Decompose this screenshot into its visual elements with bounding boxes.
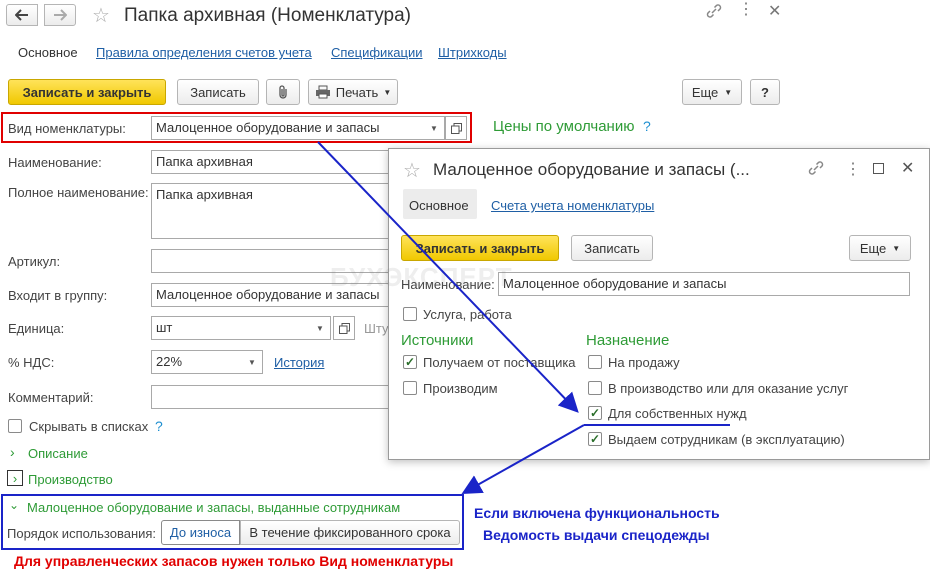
service-checkbox[interactable] bbox=[403, 307, 417, 321]
more-label: Еще bbox=[691, 84, 719, 100]
dialog-name-field[interactable]: Малоценное оборудование и запасы bbox=[498, 272, 910, 296]
menu-dots-icon[interactable]: ⋮ bbox=[738, 2, 754, 18]
hide-checkbox[interactable] bbox=[8, 419, 22, 433]
dialog-tab-accounts[interactable]: Счета учета номенклатуры bbox=[491, 198, 654, 213]
fullname-label: Полное наименование: bbox=[8, 185, 149, 200]
lowvalue-group-title[interactable]: Малоценное оборудование и запасы, выданн… bbox=[27, 500, 400, 515]
chevron-down-icon: ▼ bbox=[724, 87, 733, 97]
link-icon[interactable] bbox=[705, 2, 723, 23]
name-field[interactable]: Папка архивная bbox=[151, 150, 391, 174]
production-section[interactable]: Производство bbox=[28, 472, 113, 487]
dialog-save-button[interactable]: Записать bbox=[571, 235, 653, 261]
usage-fixed-term-button[interactable]: В течение фиксированного срока bbox=[240, 520, 460, 545]
paperclip-icon bbox=[279, 85, 287, 99]
purpose-sale-label: На продажу bbox=[608, 355, 680, 370]
kind-dialog: ☆ Малоценное оборудование и запасы (... … bbox=[388, 148, 930, 460]
annotation-red-text: Для управленческих запасов нужен только … bbox=[14, 553, 454, 569]
source-supplier-label: Получаем от поставщика bbox=[423, 355, 576, 370]
chevron-down-icon: ▼ bbox=[892, 243, 901, 253]
description-section[interactable]: Описание bbox=[28, 446, 88, 461]
save-button[interactable]: Записать bbox=[177, 79, 259, 105]
chevron-down-icon[interactable]: ▼ bbox=[310, 317, 330, 339]
service-label: Услуга, работа bbox=[423, 307, 512, 322]
chevron-down-icon[interactable]: ⌄ bbox=[9, 498, 19, 512]
favorite-star-icon[interactable]: ☆ bbox=[92, 3, 110, 28]
hide-label: Скрывать в списках bbox=[29, 419, 149, 434]
dialog-tab-main[interactable]: Основное bbox=[403, 189, 477, 219]
purpose-production-label: В производство или для оказание услуг bbox=[608, 381, 849, 396]
dialog-title: Малоценное оборудование и запасы (... bbox=[433, 160, 750, 179]
tab-barcodes[interactable]: Штрихкоды bbox=[438, 45, 507, 60]
close-icon[interactable]: ✕ bbox=[901, 158, 914, 178]
more-label: Еще bbox=[859, 240, 887, 256]
chevron-down-icon[interactable]: ▼ bbox=[242, 351, 262, 373]
usage-until-wear-button[interactable]: До износа bbox=[161, 520, 240, 545]
tab-main[interactable]: Основное bbox=[18, 45, 78, 60]
highlight-kind-red-frame bbox=[1, 112, 472, 143]
print-label: Печать bbox=[335, 84, 379, 100]
prices-help-icon[interactable]: ? bbox=[643, 118, 651, 134]
tab-specifications[interactable]: Спецификации bbox=[331, 45, 423, 60]
tab-account-rules[interactable]: Правила определения счетов учета bbox=[96, 45, 312, 60]
article-label: Артикул: bbox=[8, 254, 61, 269]
unit-field[interactable]: шт bbox=[151, 316, 331, 340]
chevron-right-icon[interactable]: › bbox=[10, 444, 15, 460]
usage-label: Порядок использования: bbox=[7, 526, 157, 541]
prices-title: Цены по умолчанию bbox=[493, 118, 635, 135]
annotation-blue-line2: Ведомость выдачи спецодежды bbox=[483, 527, 710, 543]
dialog-more-button[interactable]: Еще ▼ bbox=[849, 235, 911, 261]
purpose-sale-checkbox[interactable] bbox=[588, 355, 602, 369]
open-unit-button[interactable] bbox=[333, 316, 355, 340]
source-produce-checkbox[interactable] bbox=[403, 381, 417, 395]
source-supplier-checkbox[interactable]: ✓ bbox=[403, 355, 417, 369]
link-icon[interactable] bbox=[807, 159, 825, 180]
purpose-production-checkbox[interactable] bbox=[588, 381, 602, 395]
help-button[interactable]: ? bbox=[750, 79, 780, 105]
save-and-close-button[interactable]: Записать и закрыть bbox=[8, 79, 166, 105]
unit-label: Единица: bbox=[8, 321, 65, 336]
menu-dots-icon[interactable]: ⋮ bbox=[845, 159, 861, 179]
purpose-own-label: Для собственных нужд bbox=[608, 406, 747, 421]
comment-field[interactable] bbox=[151, 385, 391, 409]
purpose-own-checkbox[interactable]: ✓ bbox=[588, 406, 602, 420]
watermark: БУХЭКСПЕРТ bbox=[330, 262, 513, 292]
forward-button[interactable] bbox=[44, 4, 76, 26]
comment-label: Комментарий: bbox=[8, 390, 94, 405]
printer-icon bbox=[315, 85, 330, 99]
print-button[interactable]: Печать ▼ bbox=[308, 79, 398, 105]
close-icon[interactable]: ✕ bbox=[768, 1, 781, 21]
vat-history-link[interactable]: История bbox=[274, 355, 324, 370]
dialog-save-and-close-button[interactable]: Записать и закрыть bbox=[401, 235, 559, 261]
production-toggle[interactable]: › bbox=[7, 470, 23, 486]
unit-side-text: Шту bbox=[364, 321, 389, 336]
chevron-down-icon: ▼ bbox=[383, 87, 392, 97]
sources-title: Источники bbox=[401, 332, 474, 349]
name-label: Наименование: bbox=[8, 155, 102, 170]
hide-help-icon[interactable]: ? bbox=[155, 418, 163, 434]
more-button[interactable]: Еще ▼ bbox=[682, 79, 742, 105]
back-button[interactable] bbox=[6, 4, 38, 26]
vat-label: % НДС: bbox=[8, 355, 55, 370]
window-title: Папка архивная (Номенклатура) bbox=[124, 5, 412, 26]
fullname-field[interactable]: Папка архивная bbox=[151, 183, 391, 239]
arrow-left-icon bbox=[15, 9, 28, 21]
source-produce-label: Производим bbox=[423, 381, 498, 396]
purpose-title: Назначение bbox=[586, 332, 670, 349]
annotation-blue-line1: Если включена функциональность bbox=[474, 505, 720, 521]
purpose-employees-label: Выдаем сотрудникам (в эксплуатацию) bbox=[608, 432, 845, 447]
group-label: Входит в группу: bbox=[8, 288, 108, 303]
purpose-employees-checkbox[interactable]: ✓ bbox=[588, 432, 602, 446]
maximize-icon[interactable] bbox=[873, 163, 884, 174]
arrow-right-icon bbox=[54, 9, 67, 21]
attach-button[interactable] bbox=[266, 79, 300, 105]
open-icon bbox=[338, 322, 350, 334]
favorite-star-icon[interactable]: ☆ bbox=[403, 158, 421, 183]
